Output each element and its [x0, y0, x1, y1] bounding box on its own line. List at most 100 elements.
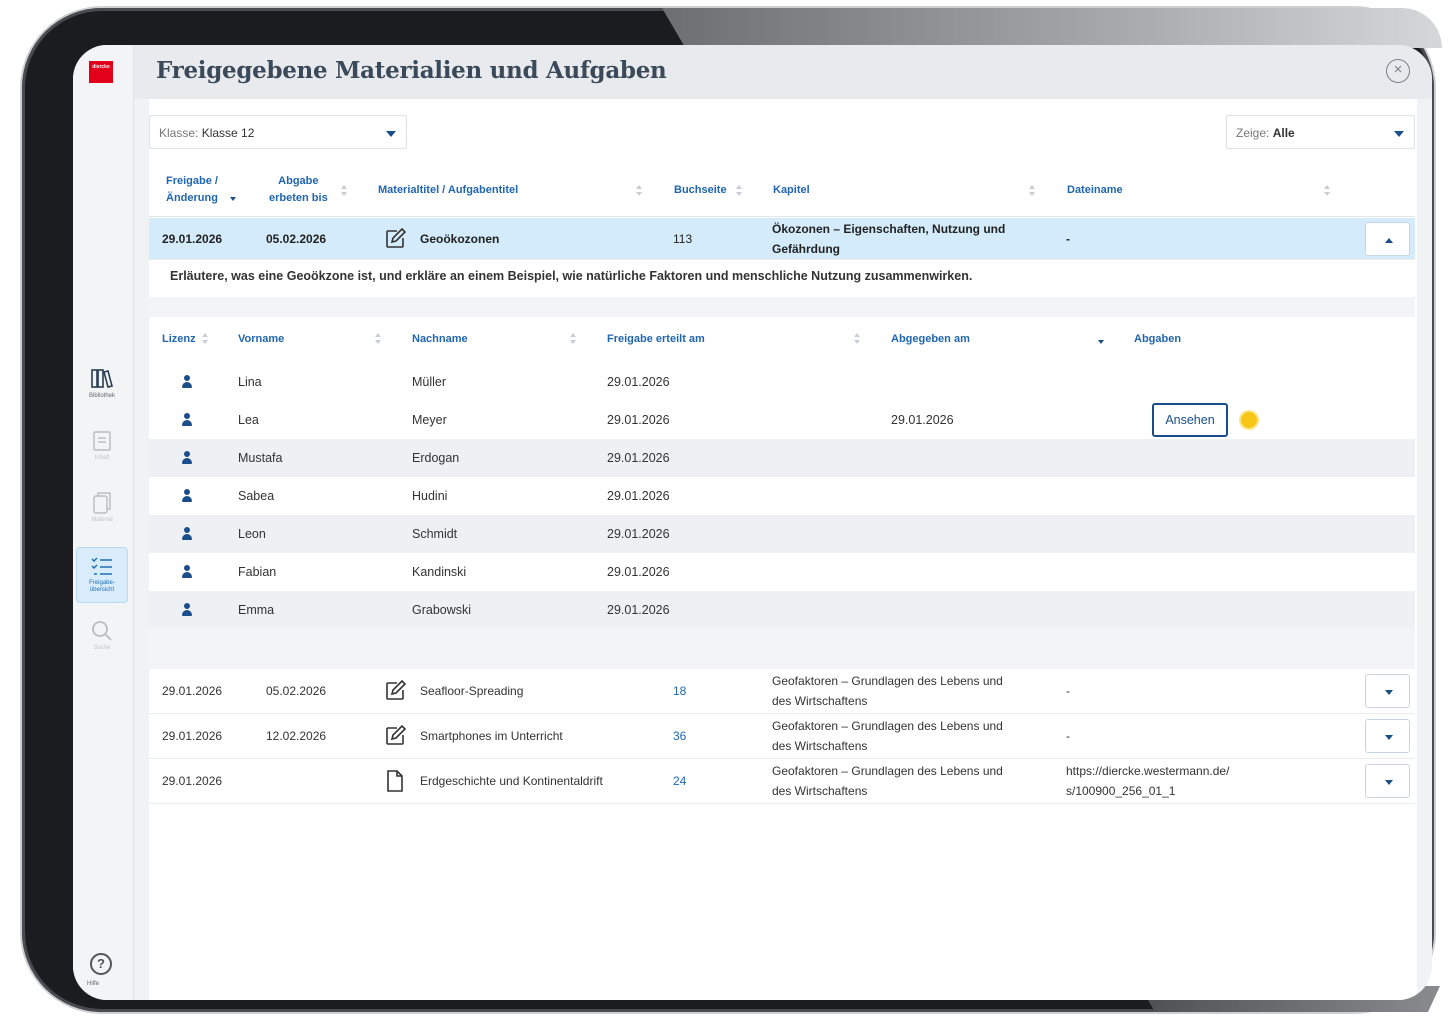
- sidebar-item-label: Material: [91, 517, 113, 523]
- help-icon[interactable]: ?: [90, 953, 112, 975]
- student-released: 29.01.2026: [607, 413, 670, 427]
- status-indicator: [1241, 412, 1257, 428]
- class-select[interactable]: Klasse: Klasse 12: [149, 115, 407, 149]
- frame-highlight: [662, 8, 1442, 48]
- sidebar-item-label: Suche: [93, 645, 111, 651]
- student-row: Sabea Hudini 29.01.2026: [149, 477, 1415, 515]
- edit-task-icon: [386, 679, 407, 700]
- table-row[interactable]: 29.01.2026 12.02.2026 Smartphones im Unt…: [149, 714, 1415, 759]
- chapter-line: des Wirtschaftens: [772, 739, 868, 753]
- sidebar-item-inhalt[interactable]: Inhalt: [76, 423, 128, 479]
- cell-release: 29.01.2026: [162, 684, 223, 698]
- content-icon: [93, 431, 111, 451]
- student-firstname: Mustafa: [238, 451, 283, 465]
- sort-icon[interactable]: [570, 333, 577, 346]
- expand-row-button[interactable]: [1365, 719, 1410, 753]
- user-license-icon: [182, 603, 192, 616]
- student-released: 29.01.2026: [607, 489, 670, 503]
- col-firstname[interactable]: Vorname: [238, 331, 284, 348]
- student-lastname: Schmidt: [412, 527, 458, 541]
- content-panel: Klasse: Klasse 12 Zeige: Alle Freigabe /…: [149, 99, 1417, 1000]
- sidebar-item-freigabe[interactable]: Freigabe-übersicht: [76, 547, 128, 603]
- col-due[interactable]: Abgabe erbeten bis: [269, 173, 328, 207]
- col-filename[interactable]: Dateiname: [1067, 182, 1123, 199]
- cell-filename[interactable]: https://diercke.westermann.de/ s/100900_…: [1066, 761, 1229, 801]
- table-row[interactable]: 29.01.2026 05.02.2026 Seafloor-Spreading…: [149, 669, 1415, 714]
- chapter-line: Geofaktoren – Grundlagen des Lebens und: [772, 674, 1003, 688]
- expand-row-button[interactable]: [1365, 764, 1410, 798]
- student-row: Emma Grabowski 29.01.2026: [149, 591, 1415, 629]
- col-release-l1: Freigabe /: [166, 175, 218, 187]
- chapter-line: Geofaktoren – Grundlagen des Lebens und: [772, 719, 1003, 733]
- filename-line: s/100900_256_01_1: [1066, 784, 1176, 798]
- sort-icon[interactable]: [1029, 185, 1036, 198]
- checklist-icon: [91, 557, 112, 575]
- close-icon[interactable]: ×: [1386, 59, 1410, 83]
- col-released-on[interactable]: Freigabe erteilt am: [607, 331, 705, 348]
- sidebar-item-material[interactable]: Material: [76, 485, 128, 541]
- student-released: 29.01.2026: [607, 603, 670, 617]
- cell-filename: -: [1066, 729, 1070, 743]
- dialog-content: Klasse: Klasse 12 Zeige: Alle Freigabe /…: [134, 99, 1432, 1000]
- student-row: Fabian Kandinski 29.01.2026: [149, 553, 1415, 591]
- expand-row-button[interactable]: [1365, 674, 1410, 708]
- col-submitted-on[interactable]: Abgegeben am: [891, 331, 970, 348]
- sort-icon[interactable]: [854, 333, 861, 346]
- collapse-row-button[interactable]: [1365, 222, 1410, 256]
- student-firstname: Sabea: [238, 489, 275, 503]
- cell-page[interactable]: 18: [673, 681, 686, 701]
- col-title[interactable]: Materialtitel / Aufgabentitel: [378, 182, 518, 199]
- sort-icon[interactable]: [202, 333, 209, 346]
- sidebar-item-label: Bibliothek: [88, 393, 115, 399]
- student-row: Leon Schmidt 29.01.2026: [149, 515, 1415, 553]
- cell-page[interactable]: 36: [673, 726, 686, 746]
- student-firstname: Fabian: [238, 565, 277, 579]
- user-license-icon: [182, 565, 192, 578]
- col-page[interactable]: Buchseite: [674, 182, 727, 199]
- cell-title[interactable]: Erdgeschichte und Kontinentaldrift: [420, 771, 603, 791]
- search-icon: [92, 621, 112, 641]
- cell-page[interactable]: 24: [673, 771, 686, 791]
- sidebar-item-label: Freigabe-übersicht: [89, 580, 115, 593]
- student-row: Lina Müller 29.01.2026: [149, 363, 1415, 401]
- sidebar-item-bibliothek[interactable]: Bibliothek: [76, 361, 128, 417]
- sort-desc-icon[interactable]: [1098, 333, 1105, 346]
- show-select[interactable]: Zeige: Alle: [1226, 115, 1415, 149]
- sort-desc-icon[interactable]: [230, 190, 237, 203]
- col-release[interactable]: Freigabe / Änderung: [166, 173, 218, 207]
- col-release-l2: Änderung: [166, 192, 218, 204]
- col-license[interactable]: Lizenz: [162, 331, 196, 348]
- sidebar-item-suche[interactable]: Suche: [76, 613, 128, 669]
- cell-chapter: Ökozonen – Eigenschaften, Nutzung und Ge…: [772, 219, 1005, 259]
- view-submission-button[interactable]: Ansehen: [1152, 403, 1228, 437]
- edit-task-icon: [386, 724, 407, 745]
- cell-title[interactable]: Seafloor-Spreading: [420, 681, 523, 701]
- sort-icon[interactable]: [736, 185, 743, 198]
- brand-logo[interactable]: diercke: [89, 61, 113, 83]
- col-lastname[interactable]: Nachname: [412, 331, 468, 348]
- user-license-icon: [182, 413, 192, 426]
- student-firstname: Emma: [238, 603, 275, 617]
- student-lastname: Kandinski: [412, 565, 467, 579]
- cell-title[interactable]: Smartphones im Unterricht: [420, 726, 563, 746]
- student-lastname: Erdogan: [412, 451, 460, 465]
- table-row[interactable]: 29.01.2026 05.02.2026 Geoökozonen 113 Ök…: [149, 218, 1415, 260]
- sort-icon[interactable]: [636, 185, 643, 198]
- table-row[interactable]: 29.01.2026 Erdgeschichte und Kontinental…: [149, 759, 1415, 804]
- col-chapter[interactable]: Kapitel: [773, 182, 810, 199]
- col-submissions[interactable]: Abgaben: [1134, 331, 1181, 348]
- student-firstname: Leon: [238, 527, 266, 541]
- student-lastname: Meyer: [412, 413, 447, 427]
- student-lastname: Grabowski: [412, 603, 472, 617]
- class-select-key: Klasse:: [159, 126, 199, 140]
- cell-release: 29.01.2026: [162, 729, 223, 743]
- student-panel: Lizenz Vorname Nachname Freigabe erteilt…: [149, 297, 1415, 669]
- file-icon: [387, 770, 403, 792]
- sort-icon[interactable]: [1324, 185, 1331, 198]
- sort-icon[interactable]: [341, 185, 348, 198]
- user-license-icon: [182, 375, 192, 388]
- chevron-down-icon: [386, 131, 396, 137]
- chevron-up-icon: [1385, 238, 1393, 243]
- cell-title[interactable]: Geoökozonen: [420, 229, 499, 249]
- sort-icon[interactable]: [375, 333, 382, 346]
